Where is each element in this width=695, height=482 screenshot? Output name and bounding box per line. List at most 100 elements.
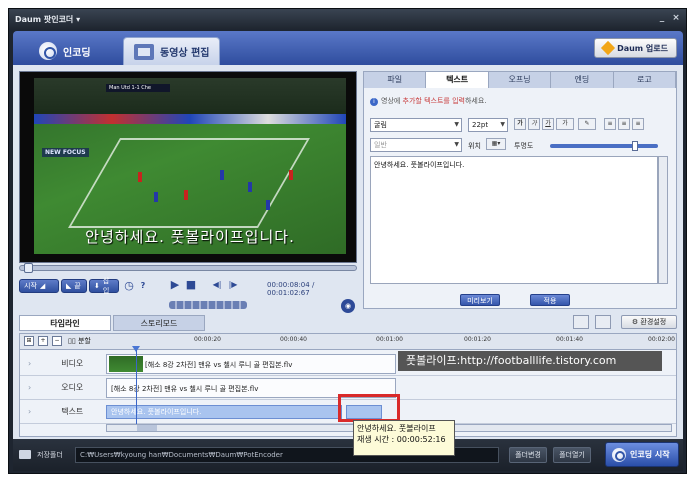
font-color-button[interactable]: 가 — [556, 118, 574, 130]
chevron-right-icon[interactable]: › — [28, 407, 31, 416]
font-select[interactable]: 굴림 ▼ — [370, 118, 462, 132]
watermark-banner: 풋볼라이프:http://footballlife.tistory.com — [398, 351, 662, 371]
time-ruler: ⊞ + − ▯▯ 분할 00:00:20 00:00:40 00:01:00 0… — [20, 334, 676, 352]
tick-label: 00:02:00 — [648, 336, 675, 343]
chevron-right-icon[interactable]: › — [28, 383, 31, 392]
tick-label: 00:00:40 — [280, 336, 307, 343]
mark-end-button[interactable]: ◣ 끝 — [61, 279, 87, 293]
clip-thumbnail — [109, 356, 143, 372]
minimize-button[interactable]: _ — [657, 13, 667, 23]
text-panel: 파일 텍스트 오프닝 엔딩 로고 i 영상에 추가할 텍스트를 입력하세요. 굴림… — [363, 71, 677, 309]
editor-body: Man Utd 1-1 Che NEW FOCUS 안녕하세요. 풋볼라이프입니… — [13, 65, 683, 439]
main-header: 인코딩 동영상 편집 Daum 업로드 — [13, 31, 683, 65]
scroll-thumb[interactable] — [137, 425, 157, 431]
encoder-logo-icon — [39, 42, 57, 60]
panel-tabs: 파일 텍스트 오프닝 엔딩 로고 — [364, 72, 677, 88]
tick-label: 00:00:20 — [194, 336, 221, 343]
close-button[interactable]: × — [671, 13, 681, 23]
mark-start-button[interactable]: 시작 ◢ — [19, 279, 59, 293]
timeline-tabs: 타임라인 스토리모드 — [19, 315, 209, 331]
tab-storymode[interactable]: 스토리모드 — [113, 315, 205, 331]
text-clip[interactable]: 안녕하세요. 풋볼라이프입니다. — [106, 405, 342, 419]
zoom-out-icon[interactable]: − — [52, 336, 62, 346]
position-label: 위치 — [468, 142, 481, 150]
insert-button[interactable]: ⬇ 삽입 — [89, 277, 119, 295]
chevron-right-icon[interactable]: › — [28, 359, 31, 368]
subtitle-overlay: 안녕하세요. 풋볼라이프입니다. — [85, 228, 295, 246]
video-preview: Man Utd 1-1 Che NEW FOCUS 안녕하세요. 풋볼라이프입니… — [19, 71, 357, 263]
open-folder-button[interactable]: 폴더열기 — [553, 447, 591, 463]
speaker-icon[interactable]: ◉ — [341, 299, 355, 313]
screenshot-frame: Daum 팟인코더 ▾ _ × 인코딩 동영상 편집 Daum 업로드 Man … — [0, 0, 695, 482]
highlight-box — [338, 394, 400, 422]
text-hint: i 영상에 추가할 텍스트를 입력하세요. — [370, 96, 487, 106]
bottom-bar: 저장폴더 C:₩Users₩kyoung han₩Documents₩Daum₩… — [13, 439, 683, 471]
tab-text[interactable]: 텍스트 — [426, 72, 489, 88]
tick-label: 00:01:40 — [556, 336, 583, 343]
start-encoding-button[interactable]: 인코딩 시작 — [605, 442, 679, 467]
ad-board — [34, 114, 346, 124]
video-frame: Man Utd 1-1 Che NEW FOCUS 안녕하세요. 풋볼라이프입니… — [34, 78, 346, 254]
size-select[interactable]: 22pt ▼ — [468, 118, 508, 132]
tab-file[interactable]: 파일 — [364, 72, 427, 88]
position-grid-icon[interactable]: ▦▾ — [486, 138, 506, 150]
film-icon — [134, 43, 154, 60]
bg-color-button[interactable]: ✎ — [578, 118, 596, 130]
opacity-label: 투명도 — [514, 142, 534, 150]
fit-icon[interactable]: ⊞ — [24, 336, 34, 346]
tick-label: 00:01:20 — [464, 336, 491, 343]
clock-icon[interactable]: ◷ — [123, 280, 135, 292]
opacity-slider[interactable] — [550, 141, 658, 151]
opacity-thumb[interactable] — [632, 141, 638, 151]
split-button[interactable]: ▯▯ 분할 — [68, 336, 91, 346]
align-center-icon[interactable]: ≡ — [618, 118, 630, 130]
tab-ending[interactable]: 엔딩 — [551, 72, 614, 88]
daum-upload-button[interactable]: Daum 업로드 — [594, 38, 677, 58]
save-folder-label: 저장폴더 — [37, 451, 63, 459]
track-label: › 텍스트 — [28, 407, 84, 416]
bold-button[interactable]: 가 — [514, 118, 526, 130]
player — [289, 170, 293, 180]
player — [138, 172, 142, 182]
align-right-icon[interactable]: ≡ — [632, 118, 644, 130]
text-scrollbar[interactable] — [658, 156, 668, 284]
save-icon[interactable] — [595, 315, 611, 329]
folder-icon[interactable] — [573, 315, 589, 329]
penalty-box — [68, 138, 310, 228]
seek-bar[interactable] — [19, 263, 357, 273]
style-select[interactable]: 일반 ▼ — [370, 138, 462, 152]
preview-button[interactable]: 미리보기 — [460, 294, 500, 306]
video-clip[interactable]: [해소 8강 2차전] 맨유 vs 첼시 루니 골 편집본.flv — [106, 354, 396, 374]
tab-logo[interactable]: 로고 — [614, 72, 677, 88]
underline-button[interactable]: 가 — [542, 118, 554, 130]
upload-label: Daum 업로드 — [617, 43, 668, 53]
tab-edit-label: 동영상 편집 — [160, 48, 210, 59]
prev-frame-icon[interactable]: ◀| — [211, 279, 223, 291]
scoreboard: Man Utd 1-1 Che — [106, 84, 170, 92]
tab-opening[interactable]: 오프닝 — [489, 72, 552, 88]
folder-icon — [19, 450, 31, 459]
change-folder-button[interactable]: 폴더변경 — [509, 447, 547, 463]
tab-video-edit[interactable]: 동영상 편집 — [123, 37, 221, 65]
seek-thumb[interactable] — [24, 263, 33, 273]
app-title: Daum 팟인코더 ▾ — [15, 15, 81, 24]
italic-button[interactable]: 가 — [528, 118, 540, 130]
settings-button[interactable]: ⚙ 환경설정 — [621, 315, 677, 329]
track-label: › 비디오 — [28, 359, 84, 368]
apply-button[interactable]: 적용 — [530, 294, 570, 306]
tab-timeline[interactable]: 타임라인 — [19, 315, 111, 331]
player — [184, 190, 188, 200]
play-icon[interactable]: ▶ — [169, 279, 181, 291]
align-left-icon[interactable]: ≡ — [604, 118, 616, 130]
next-frame-icon[interactable]: |▶ — [227, 279, 239, 291]
stop-icon[interactable]: ■ — [185, 279, 197, 291]
text-input[interactable]: 안녕하세요. 풋볼라이프입니다. — [370, 156, 658, 284]
tab-encode[interactable]: 인코딩 — [29, 37, 101, 65]
ad-text: NEW FOCUS — [42, 148, 89, 157]
player — [248, 182, 252, 192]
info-icon: i — [370, 98, 378, 106]
clip-tooltip: 안녕하세요. 풋볼라이프 재생 시간 : 00:00:52:16 — [353, 420, 455, 456]
zoom-in-icon[interactable]: + — [38, 336, 48, 346]
volume-slider[interactable] — [169, 301, 247, 309]
help-icon[interactable]: ? — [137, 280, 149, 292]
